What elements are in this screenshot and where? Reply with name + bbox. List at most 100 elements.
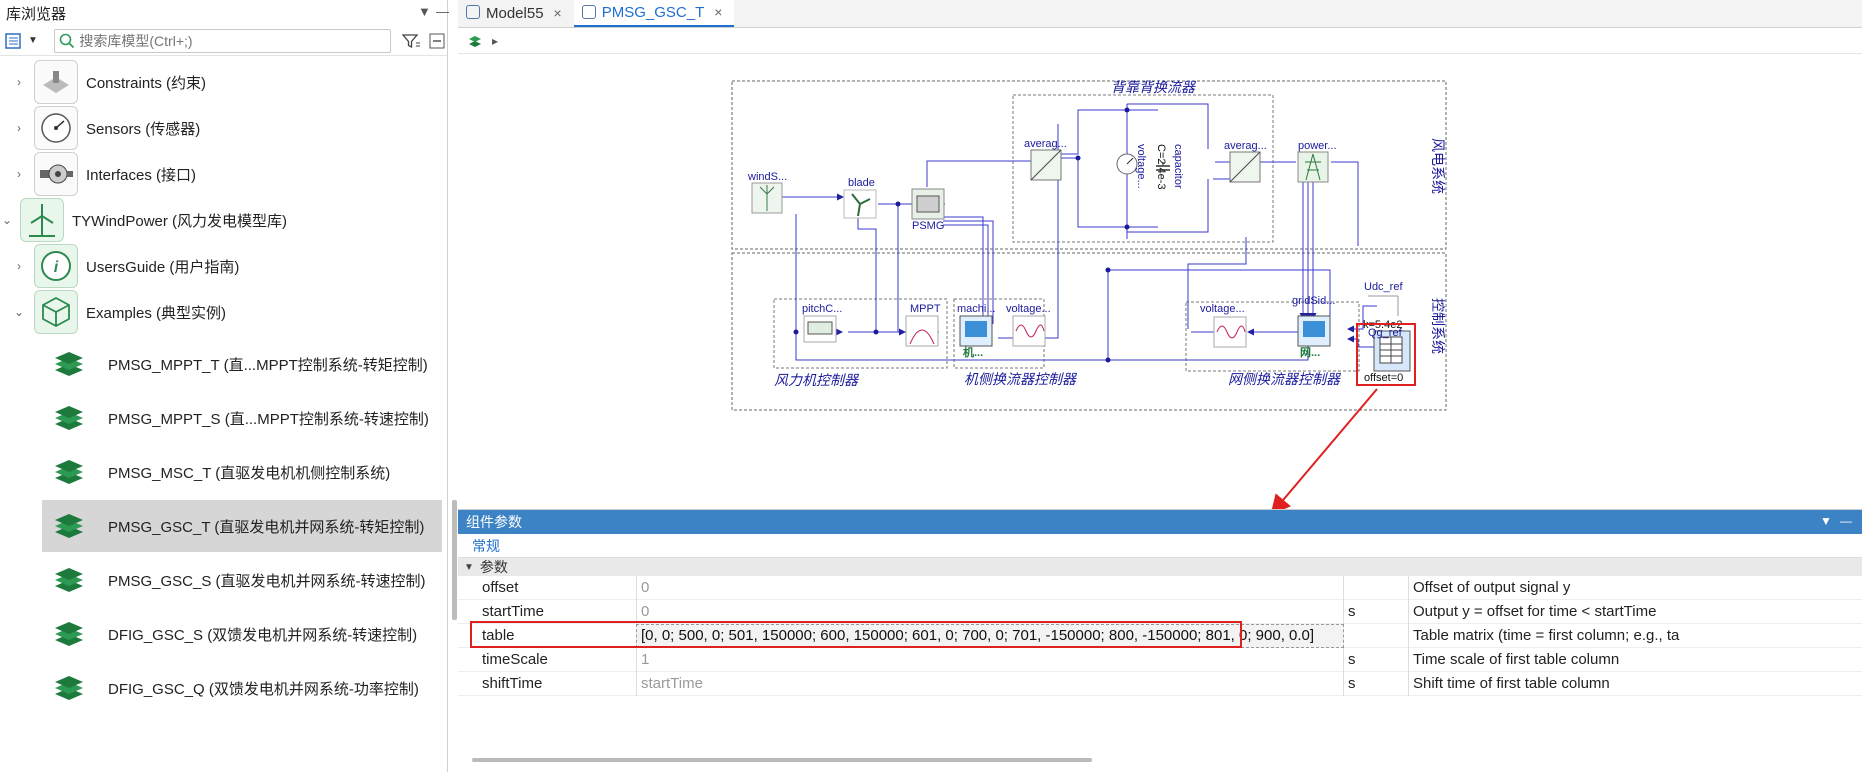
- layer-icon[interactable]: [468, 35, 482, 47]
- breadcrumb-arrow-icon: ▸: [492, 33, 499, 48]
- param-description: Shift time of first table column: [1408, 671, 1862, 696]
- panel-title: 组件参数: [466, 514, 522, 530]
- tab-general[interactable]: 常规: [472, 536, 500, 556]
- expand-icon[interactable]: ⌄: [0, 213, 14, 227]
- block-qg-ref[interactable]: Qg_ref offset=0: [1356, 323, 1416, 386]
- block-psmg[interactable]: PSMG: [911, 188, 945, 232]
- panel-menu-icon[interactable]: ▼: [1820, 514, 1832, 528]
- block-wind-source[interactable]: windS...: [747, 171, 787, 214]
- tree-item-label: Interfaces (接口): [86, 166, 197, 184]
- library-menu-icon[interactable]: ▼: [418, 4, 431, 19]
- diagram-canvas[interactable]: 背靠背换流器 风电系统 控制系统 风力机控制器 机侧换流器控制器 网侧换流器控制…: [458, 54, 1862, 516]
- library-search-input[interactable]: [79, 32, 380, 49]
- group-label-msc-ctrl: 机侧换流器控制器: [964, 371, 1078, 387]
- param-description: Time scale of first table column: [1408, 647, 1862, 672]
- library-search-row: ▼: [0, 26, 447, 56]
- expand-icon[interactable]: ⌄: [12, 305, 26, 319]
- block-mppt[interactable]: MPPT: [905, 303, 941, 347]
- collapse-all-icon[interactable]: [428, 32, 447, 50]
- library-title-bar: 库浏览器 ▼ —: [0, 0, 449, 26]
- tree-item-pmsg-gsc-s[interactable]: PMSG_GSC_S (直驱发电机并网系统-转速控制): [0, 554, 440, 606]
- tree-item-examples[interactable]: ⌄ Examples (典型实例): [0, 286, 440, 338]
- block-label: power...: [1298, 140, 1337, 152]
- tree-item-label: DFIG_GSC_Q (双馈发电机并网系统-功率控制): [108, 680, 419, 698]
- filter-icon[interactable]: [401, 32, 420, 50]
- block-machine-side-controller[interactable]: machi... 机...: [957, 303, 996, 359]
- wire-connections: [768, 103, 1377, 361]
- tree-item-dfig-gsc-s[interactable]: DFIG_GSC_S (双馈发电机并网系统-转速控制): [0, 608, 440, 660]
- param-description: Offset of output signal y: [1408, 575, 1862, 600]
- tree-item-label: PMSG_MPPT_T (直...MPPT控制系统-转矩控制): [108, 356, 428, 374]
- layer-icon: [52, 673, 86, 703]
- block-label: averag...: [1224, 140, 1267, 152]
- block-label: voltage...: [1200, 303, 1245, 315]
- tree-item-label: DFIG_GSC_S (双馈发电机并网系统-转速控制): [108, 626, 418, 644]
- block-label: PSMG: [912, 220, 944, 232]
- tree-item-constraints[interactable]: › Constraints (约束): [0, 56, 440, 108]
- tree-item-pmsg-mppt-t[interactable]: PMSG_MPPT_T (直...MPPT控制系统-转矩控制): [0, 338, 440, 390]
- list-view-icon: [5, 32, 21, 49]
- tree-item-pmsg-mppt-s[interactable]: PMSG_MPPT_S (直...MPPT控制系统-转速控制): [0, 392, 440, 444]
- tab-label: PMSG_GSC_T: [601, 3, 705, 21]
- parameter-group-header[interactable]: ▼ 参数: [458, 558, 1862, 576]
- diagram-svg: 背靠背换流器 风电系统 控制系统 风力机控制器 机侧换流器控制器 网侧换流器控制…: [731, 79, 1447, 516]
- block-label: Qg_ref: [1368, 327, 1403, 339]
- view-mode-button[interactable]: ▼: [4, 30, 42, 52]
- breadcrumb: ▸: [458, 28, 1862, 54]
- info-icon: i: [34, 244, 78, 288]
- panel-horizontal-scrollbar[interactable]: [472, 758, 1092, 762]
- param-value-input[interactable]: [0, 0; 500, 0; 501, 150000; 600, 150000;…: [636, 623, 1344, 648]
- expand-icon[interactable]: ›: [12, 259, 26, 273]
- block-voltage-2[interactable]: voltage...: [1006, 303, 1051, 347]
- layer-icon: [52, 349, 86, 379]
- expand-icon[interactable]: ›: [12, 75, 26, 89]
- expand-icon[interactable]: ›: [12, 167, 26, 181]
- param-value-input[interactable]: startTime: [636, 671, 1344, 696]
- block-average-2[interactable]: averag...: [1224, 140, 1267, 183]
- group-label-wind-system: 风电系统: [1430, 138, 1446, 194]
- param-value-input[interactable]: 0: [636, 575, 1344, 600]
- group-label: 参数: [479, 559, 508, 575]
- block-grid-side-controller[interactable]: gridSid... 网...: [1292, 295, 1335, 359]
- block-label: voltage...: [1135, 144, 1147, 189]
- block-average-1[interactable]: averag...: [1024, 138, 1067, 181]
- tree-item-dfig-gsc-q[interactable]: DFIG_GSC_Q (双馈发电机并网系统-功率控制): [0, 662, 440, 714]
- library-minimize-icon[interactable]: —: [436, 4, 449, 19]
- model-icon: [466, 5, 480, 19]
- tab-label: Model55: [486, 4, 544, 22]
- block-label: Udc_ref: [1364, 281, 1403, 293]
- tab-model55[interactable]: Model55 ×: [458, 0, 574, 27]
- tree-item-pmsg-gsc-t[interactable]: PMSG_GSC_T (直驱发电机并网系统-转矩控制): [42, 500, 442, 552]
- param-row-table: table [0, 0; 500, 0; 501, 150000; 600, 1…: [458, 621, 1862, 648]
- tree-item-sensors[interactable]: › Sensors (传感器): [0, 102, 440, 154]
- block-voltage-3[interactable]: voltage...: [1200, 303, 1247, 348]
- panel-subtabs: 常规: [458, 534, 1862, 558]
- library-scrollbar[interactable]: [452, 500, 457, 620]
- block-label: machi...: [957, 303, 996, 315]
- param-value-input[interactable]: 0: [636, 599, 1344, 624]
- block-blade[interactable]: blade: [843, 177, 877, 219]
- param-name: shiftTime: [482, 675, 543, 692]
- param-value-input[interactable]: 1: [636, 647, 1344, 672]
- tree-item-pmsg-msc-t[interactable]: PMSG_MSC_T (直驱发电机机侧控制系统): [0, 446, 440, 498]
- library-search-box[interactable]: [54, 28, 391, 53]
- tab-pmsg-gsc-t[interactable]: PMSG_GSC_T ×: [573, 0, 735, 27]
- group-label-turbine-ctrl: 风力机控制器: [774, 372, 860, 388]
- tree-item-usersguide[interactable]: › i UsersGuide (用户指南): [0, 240, 440, 292]
- tree-item-tywindpower[interactable]: ⌄ TYWindPower (风力发电模型库): [0, 194, 440, 246]
- annotation-arrow: [1270, 388, 1378, 516]
- block-label: MPPT: [910, 303, 941, 315]
- param-description: Table matrix (time = first column; e.g.,…: [1408, 623, 1862, 648]
- block-capacitor[interactable]: C=2.4e-3 capacitor: [1155, 144, 1184, 190]
- expand-icon[interactable]: ›: [12, 121, 26, 135]
- block-pitch-controller[interactable]: pitchC...: [802, 303, 842, 343]
- close-icon[interactable]: ×: [714, 4, 722, 20]
- panel-minimize-icon[interactable]: —: [1840, 514, 1852, 528]
- tree-item-interfaces[interactable]: › Interfaces (接口): [0, 148, 440, 200]
- block-power-grid[interactable]: power...: [1297, 140, 1337, 183]
- block-label: pitchC...: [802, 303, 842, 315]
- svg-text:i: i: [54, 259, 59, 276]
- close-icon[interactable]: ×: [554, 5, 562, 21]
- block-voltage-sensor[interactable]: voltage...: [1116, 144, 1147, 189]
- param-name: offset: [482, 579, 519, 596]
